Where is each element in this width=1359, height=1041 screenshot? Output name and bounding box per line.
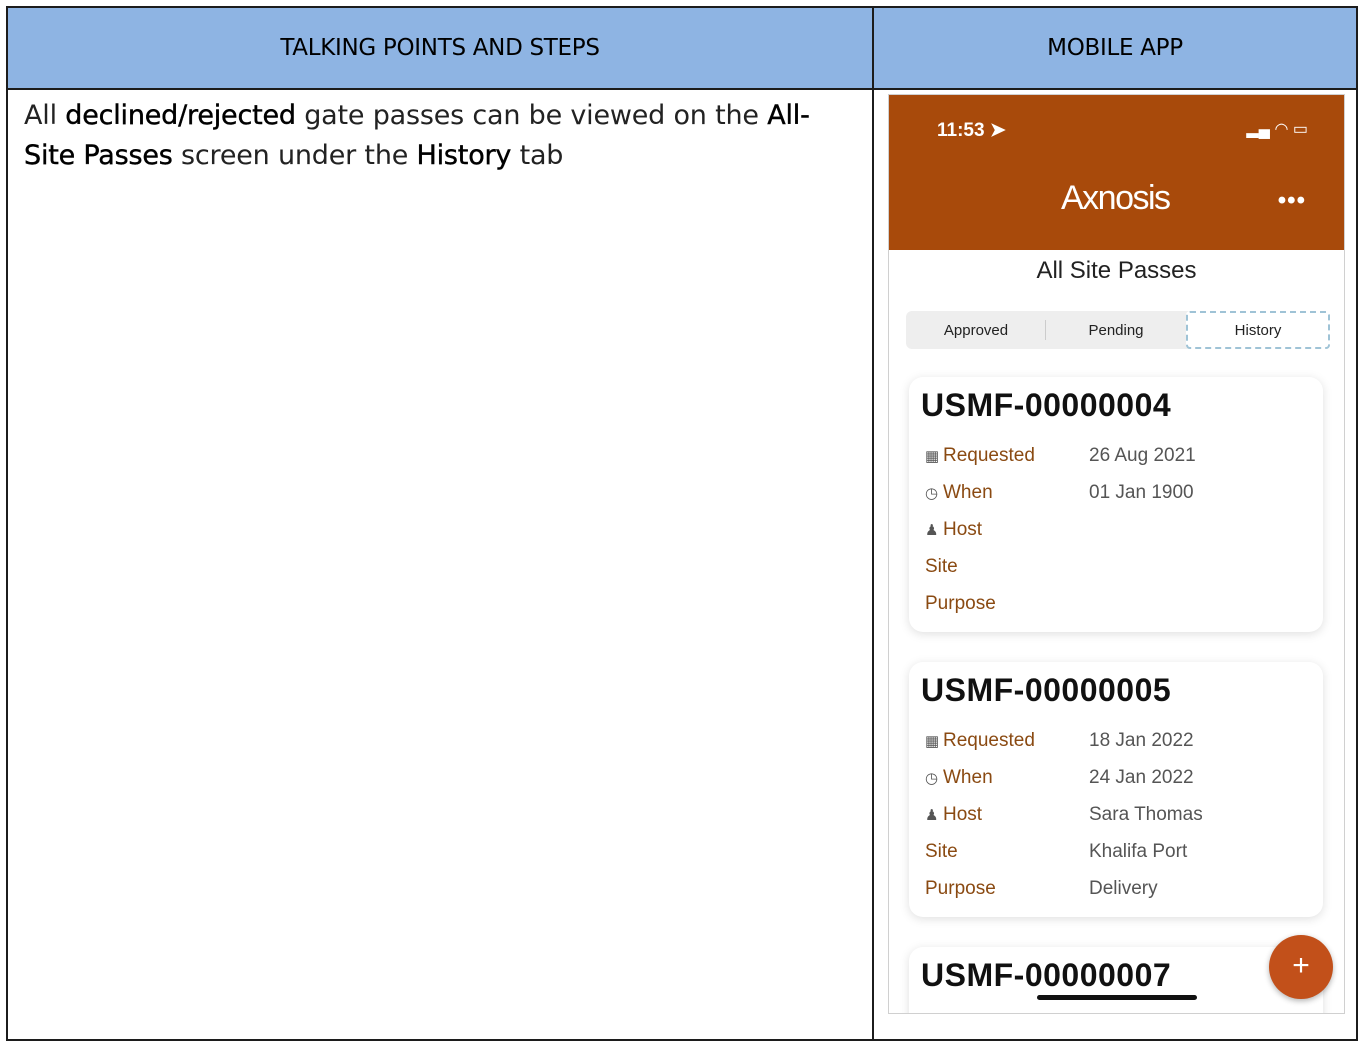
site-row: Site Khalifa Port: [925, 841, 1315, 871]
requested-row: ▦ Requested 18 Jan 2022: [925, 730, 1315, 760]
app-logo: Axnosis: [1061, 179, 1171, 217]
pass-card[interactable]: USMF-00000005 ▦ Requested 18 Jan 2022 ◷ Wh…: [909, 662, 1323, 917]
requested-row: ▦ Requested 26 Aug 2021: [925, 445, 1315, 475]
wifi-icon: ◠: [1274, 121, 1289, 138]
step-bold-history: History: [416, 140, 512, 171]
host-value: Sara Thomas: [1089, 804, 1203, 825]
label-text: When: [943, 767, 993, 788]
pass-id: USMF-00000004: [921, 387, 1172, 423]
purpose-label: Purpose: [925, 593, 996, 614]
when-row: ◷ When 24 Jan 2022: [925, 767, 1315, 797]
pass-tabs: Approved Pending History: [906, 311, 1330, 349]
step-description: All declined/rejected gate passes can be…: [6, 88, 874, 1041]
app-header: 11:53 ➤ ▂▄ ◠ ▭ Axnosis •••: [889, 95, 1344, 250]
tab-history[interactable]: History: [1186, 311, 1330, 349]
step-text-part: gate passes can be viewed on the: [295, 100, 768, 131]
tab-pending[interactable]: Pending: [1046, 311, 1186, 349]
add-pass-button[interactable]: +: [1269, 935, 1333, 999]
clock-icon: ◷: [925, 770, 939, 787]
host-row: ♟ Host: [925, 519, 1315, 549]
requested-label: ▦ Requested: [925, 445, 1035, 467]
label-text: Host: [943, 519, 983, 540]
left-column-header: TALKING POINTS AND STEPS: [6, 6, 874, 90]
requested-value: 26 Aug 2021: [1089, 445, 1196, 466]
purpose-row: Purpose Delivery: [925, 878, 1315, 908]
when-label: ◷ When: [925, 767, 993, 789]
phone-screenshot: 11:53 ➤ ▂▄ ◠ ▭ Axnosis ••• All Site Pass…: [888, 94, 1345, 1014]
signal-icon: ▂▄: [1246, 121, 1270, 138]
label-text: Requested: [943, 445, 1035, 466]
pass-card[interactable]: USMF-00000004 ▦ Requested 26 Aug 2021 ◷ Wh…: [909, 377, 1323, 632]
when-row: ◷ When 01 Jan 1900: [925, 482, 1315, 512]
purpose-label: Purpose: [925, 878, 996, 899]
more-options-icon[interactable]: •••: [1278, 187, 1306, 215]
step-text-part: All: [24, 100, 66, 131]
person-icon: ♟: [925, 807, 939, 824]
tab-approved[interactable]: Approved: [906, 311, 1046, 349]
site-value: Khalifa Port: [1089, 841, 1188, 862]
step-text-part: tab: [511, 140, 564, 171]
when-value: 24 Jan 2022: [1089, 767, 1194, 788]
step-text-part: screen under the: [172, 140, 417, 171]
site-label: Site: [925, 556, 958, 577]
host-label: ♟ Host: [925, 519, 982, 541]
status-time: 11:53 ➤: [937, 119, 1006, 142]
when-value: 01 Jan 1900: [1089, 482, 1194, 503]
calendar-icon: ▦: [925, 448, 940, 465]
host-label: ♟ Host: [925, 804, 982, 826]
pass-id: USMF-00000005: [921, 672, 1172, 708]
status-icons: ▂▄ ◠ ▭: [1246, 119, 1308, 139]
label-text: Host: [943, 804, 983, 825]
status-time-text: 11:53: [937, 120, 985, 141]
battery-icon: ▭: [1292, 121, 1308, 138]
right-column-header: MOBILE APP: [872, 6, 1358, 90]
requested-value: 18 Jan 2022: [1089, 730, 1194, 751]
screen-title: All Site Passes: [1036, 257, 1197, 284]
site-label: Site: [925, 841, 958, 862]
clock-icon: ◷: [925, 485, 939, 502]
site-row: Site: [925, 556, 1315, 586]
location-arrow-icon: ➤: [989, 120, 1006, 141]
person-icon: ♟: [925, 522, 939, 539]
home-indicator: [1037, 995, 1197, 1000]
label-text: When: [943, 482, 993, 503]
pass-card[interactable]: USMF-00000007: [909, 947, 1323, 1013]
calendar-icon: ▦: [925, 733, 940, 750]
host-row: ♟ Host Sara Thomas: [925, 804, 1315, 834]
step-bold-declined: declined/rejected: [65, 100, 296, 131]
pass-id: USMF-00000007: [921, 957, 1172, 993]
purpose-value: Delivery: [1089, 878, 1158, 899]
purpose-row: Purpose: [925, 593, 1315, 623]
label-text: Requested: [943, 730, 1035, 751]
requested-label: ▦ Requested: [925, 730, 1035, 752]
when-label: ◷ When: [925, 482, 993, 504]
